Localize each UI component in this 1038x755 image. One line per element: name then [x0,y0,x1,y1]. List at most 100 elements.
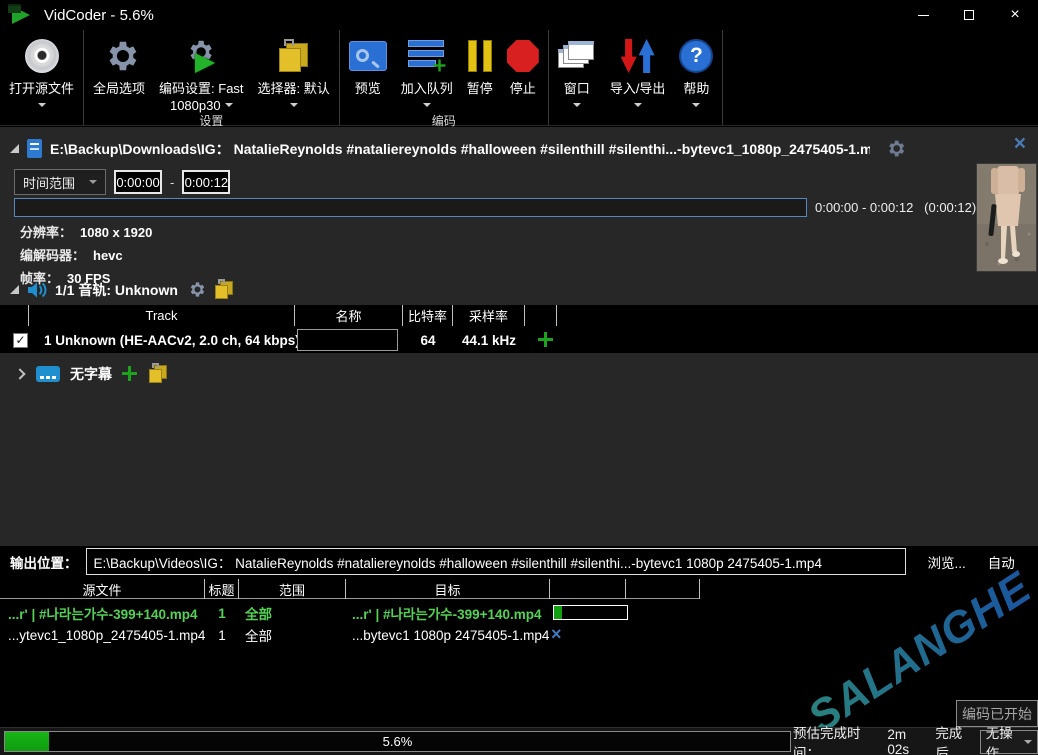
audio-name-input[interactable] [297,329,398,351]
queue-col-title: 标题 [205,579,239,599]
pause-button[interactable]: 暂停 [460,32,500,113]
queue-job-progress [553,605,628,620]
queue-row-pending[interactable]: ...ytevc1_1080p_2475405-1.mp4 1 全部 ...by… [0,624,700,646]
output-location-label: 输出位置： [10,552,78,572]
audio-col-bitrate: 比特率 [403,305,453,326]
encoding-settings-button[interactable]: 编码设置: Fast 1080p30 [152,32,251,113]
open-source-button[interactable]: 打开源文件 [2,32,81,113]
range-mode-select[interactable]: 时间范围 [14,169,106,195]
stop-button[interactable]: 停止 [500,32,546,113]
add-queue-icon [408,39,446,73]
close-button[interactable]: × [992,0,1038,30]
close-icon: × [1010,10,1019,20]
audio-track-checkbox[interactable]: ✓ [13,333,28,348]
title-bar: VidCoder - 5.6% × [0,0,1038,30]
encode-progress-text: 5.6% [5,732,790,751]
queue-header: 源文件 标题 范围 目标 [0,579,700,599]
status-bar: 5.6% 预估完成时间： 2m 02s 完成后 无操作 [0,727,1038,755]
expander-open-icon[interactable] [10,285,19,294]
audio-track-row: ✓ 1 Unknown (HE-AACv2, 2.0 ch, 64 kbps) … [0,327,1038,353]
check-icon: ✓ [15,334,25,346]
encode-progress-bar: 5.6% [4,731,791,752]
disc-icon [25,39,59,73]
queue-panel: 源文件 标题 范围 目标 ...r' | #나라는가수-399+140.mp4 … [0,577,1038,727]
import-export-button[interactable]: 导入/导出 [603,32,673,113]
chevron-down-icon [423,103,431,111]
gear-icon [884,138,905,159]
global-options-button[interactable]: 全局选项 [86,32,152,113]
queue-row-encoding[interactable]: ...r' | #나라는가수-399+140.mp4 1 全部 ...r' | … [0,602,700,624]
toolbar-group-window: 窗口 导入/导出 ? 帮助 [549,30,724,125]
seek-range-text: 0:00:00 - 0:00:12 (0:00:12) [815,200,976,215]
minimize-button[interactable] [900,0,946,30]
chevron-down-icon [634,103,642,111]
after-complete-label: 完成后 [935,722,972,755]
close-source-button[interactable]: × [1014,135,1026,153]
vidcoder-window: VidCoder - 5.6% × 打开源文件 [0,0,1038,755]
toolbar-group-open: 打开源文件 [0,30,84,125]
browse-button[interactable]: 浏览... [928,552,966,572]
source-path: E:\Backup\Downloads\IG： NatalieReynolds … [50,139,870,159]
subtitle-section: 无字幕 [16,363,169,384]
picker-folders-icon [276,39,312,73]
pause-icon [468,40,492,72]
audio-table-header: Track 名称 比特率 采样率 [0,305,1038,326]
stop-icon [507,40,539,72]
chevron-down-icon [573,103,581,111]
encoding-gear-icon [181,37,221,75]
expander-collapsed-icon[interactable] [14,368,25,379]
audio-bitrate-value: 64 [403,333,453,348]
remove-queue-item-button[interactable]: × [551,624,562,645]
eta-label: 预估完成时间： [793,722,880,755]
expander-open-icon[interactable] [10,144,19,153]
audio-settings-button[interactable] [186,280,205,299]
preview-button[interactable]: 预览 [342,32,394,113]
chevron-down-icon [692,103,700,111]
picker-button[interactable]: 选择器: 默认 [251,32,337,113]
audio-section-header: 1/1 音轨: Unknown [10,279,235,300]
source-settings-button[interactable] [884,138,905,159]
preview-magnifier-icon [349,41,387,71]
maximize-button[interactable] [946,0,992,30]
toolbar: 打开源文件 全局选项 [0,30,1038,126]
range-end-input[interactable]: 0:00:12 [182,170,230,194]
windows-button[interactable]: 窗口 [551,32,603,113]
queue-col-range: 范围 [239,579,346,599]
add-to-queue-button[interactable]: 加入队列 [394,32,460,113]
codec-label: 编解码器： [20,248,85,263]
add-audio-track-button[interactable] [538,332,553,347]
after-complete-select[interactable]: 无操作 [980,730,1038,754]
source-header: E:\Backup\Downloads\IG： NatalieReynolds … [10,138,1010,159]
toolbar-group-encode: 预览 加入队列 暂停 停止 编码 [340,30,549,125]
chevron-down-icon [225,103,233,111]
audio-col-track: Track [29,305,295,326]
resolution-value: 1080 x 1920 [80,225,152,240]
close-icon: × [1014,132,1026,155]
window-title: VidCoder - 5.6% [44,7,154,24]
subtitle-copy-button[interactable] [147,363,169,384]
gear-icon [100,37,138,75]
seek-bar[interactable] [14,198,807,217]
range-start-input[interactable]: 0:00:00 [114,170,162,194]
video-thumbnail [976,163,1037,272]
audio-track-description: 1 Unknown (HE-AACv2, 2.0 ch, 64 kbps) [44,333,300,348]
windows-stack-icon [558,40,596,72]
import-export-arrows-icon [621,39,655,73]
eta-value: 2m 02s [887,727,928,755]
window-controls: × [900,0,1038,30]
auto-button[interactable]: 自动 [988,552,1015,572]
chevron-down-icon [89,180,97,188]
minimize-icon [918,15,929,16]
audio-col-name: 名称 [295,305,403,326]
range-dash: - [170,175,174,190]
add-subtitle-button[interactable] [122,366,137,381]
video-file-icon [27,139,42,158]
range-controls: 时间范围 0:00:00 - 0:00:12 [14,169,230,195]
audio-col-samplerate: 采样率 [453,305,525,326]
audio-track-title: 1/1 音轨: Unknown [55,280,178,300]
output-path-input[interactable]: E:\Backup\Videos\IG： NatalieReynolds #na… [86,548,906,575]
audio-track-table: Track 名称 比特率 采样率 ✓ 1 Unknown (HE-AACv2, … [0,305,1038,353]
help-button[interactable]: ? 帮助 [672,32,720,113]
chevron-down-icon [290,103,298,111]
audio-copy-button[interactable] [213,279,235,300]
